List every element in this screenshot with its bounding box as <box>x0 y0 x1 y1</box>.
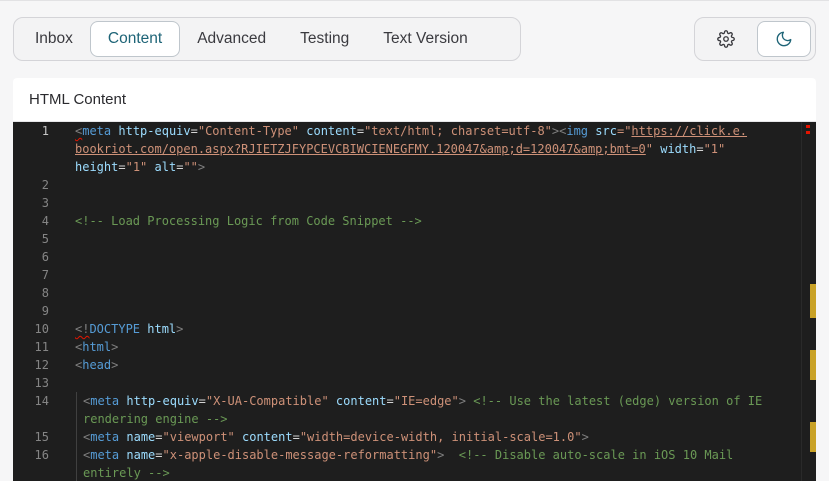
overview-marker <box>810 422 816 452</box>
code-line: height="1" alt=""> <box>75 160 206 174</box>
line-number: 2 <box>41 178 49 192</box>
line-number: 12 <box>34 358 49 372</box>
code-line: entirely --> <box>83 466 170 480</box>
line-number: 14 <box>34 394 49 408</box>
code-line: bookriot.com/open.aspx?RJIETZJFYPCEVCBIW… <box>75 142 726 156</box>
tab-text-version[interactable]: Text Version <box>366 21 484 57</box>
line-number: 8 <box>41 286 49 300</box>
line-gutter: 1 2 3 4 5 6 7 8 9 10 11 12 13 14 15 16 <box>13 122 63 481</box>
tracking-link[interactable]: https://click.e. <box>631 124 747 138</box>
panel-title: HTML Content <box>13 78 816 122</box>
code-editor[interactable]: 1 2 3 4 5 6 7 8 9 10 11 12 13 14 15 16 <… <box>13 122 816 481</box>
code-line: <meta http-equiv="Content-Type" content=… <box>75 124 748 138</box>
line-number: 6 <box>41 250 49 264</box>
overview-marker <box>810 350 816 380</box>
tab-bar: Inbox Content Advanced Testing Text Vers… <box>13 17 521 61</box>
code-line: <head> <box>75 358 119 372</box>
line-number: 11 <box>34 340 49 354</box>
moon-icon <box>776 31 792 47</box>
line-number: 5 <box>41 232 49 246</box>
gear-icon <box>717 30 735 48</box>
editor-tools <box>694 17 816 61</box>
settings-button[interactable] <box>699 21 753 57</box>
line-number: 15 <box>34 430 49 444</box>
line-number: 3 <box>41 196 49 210</box>
line-number: 4 <box>41 214 49 228</box>
error-marker <box>806 131 810 134</box>
code-line: <meta name="viewport" content="width=dev… <box>83 430 589 444</box>
tab-inbox[interactable]: Inbox <box>18 21 90 57</box>
tab-testing[interactable]: Testing <box>283 21 366 57</box>
indent-guide <box>76 392 77 481</box>
tab-content[interactable]: Content <box>89 21 181 57</box>
dark-mode-toggle[interactable] <box>757 21 811 57</box>
line-number: 9 <box>41 304 49 318</box>
code-line: <meta name="x-apple-disable-message-refo… <box>83 448 734 462</box>
top-divider <box>0 0 829 1</box>
overview-marker <box>810 284 816 318</box>
line-number: 16 <box>34 448 49 462</box>
error-marker <box>806 125 810 128</box>
code-line: rendering engine --> <box>83 412 228 426</box>
tracking-link[interactable]: bookriot.com/open.aspx?RJIETZJFYPCEVCBIW… <box>75 142 646 156</box>
line-number: 10 <box>34 322 49 336</box>
html-content-panel: HTML Content 1 2 3 4 5 6 7 8 9 10 11 12 … <box>13 78 816 481</box>
editor-scrollbar[interactable] <box>801 122 816 481</box>
code-line: <html> <box>75 340 119 354</box>
line-number: 13 <box>34 376 49 390</box>
code-line: <!-- Load Processing Logic from Code Sni… <box>75 214 422 228</box>
line-number: 1 <box>41 124 49 138</box>
code-line: <meta http-equiv="X-UA-Compatible" conte… <box>83 394 763 408</box>
tab-advanced[interactable]: Advanced <box>180 21 283 57</box>
code-line: <!DOCTYPE html> <box>75 322 184 336</box>
line-number: 7 <box>41 268 49 282</box>
